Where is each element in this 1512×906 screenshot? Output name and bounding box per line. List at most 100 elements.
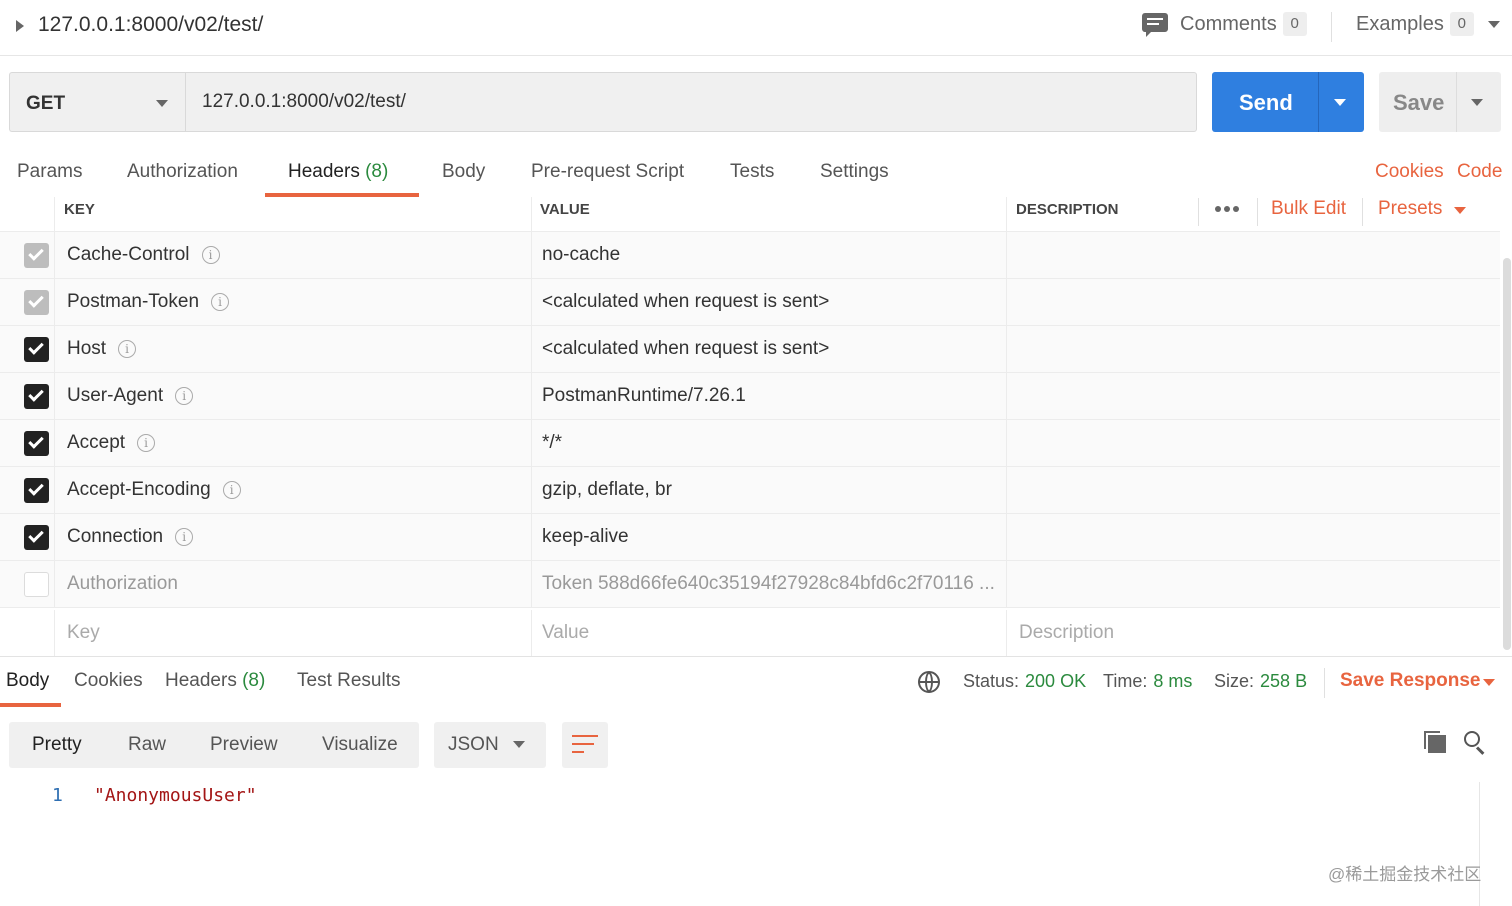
presets-dropdown[interactable]: Presets: [1378, 198, 1442, 220]
header-value[interactable]: gzip, deflate, br: [542, 479, 672, 501]
search-icon[interactable]: [1464, 731, 1486, 755]
tab-headers[interactable]: Headers (8): [288, 161, 388, 183]
header-value[interactable]: keep-alive: [542, 526, 629, 548]
info-icon[interactable]: i: [222, 481, 241, 499]
format-visualize[interactable]: Visualize: [322, 734, 398, 756]
response-code-editor[interactable]: 1 "AnonymousUser": [0, 782, 1480, 906]
response-tab-headers[interactable]: Headers (8): [165, 670, 265, 692]
info-icon[interactable]: i: [175, 528, 194, 546]
header-description[interactable]: [1007, 373, 1500, 420]
status-value: 200 OK: [1025, 671, 1087, 691]
header-key-text: Host: [67, 338, 107, 359]
tab-headers-count: (8): [365, 161, 389, 182]
header-description[interactable]: [1007, 232, 1500, 279]
header-value[interactable]: <calculated when request is sent>: [542, 291, 829, 313]
header-key[interactable]: Postman-Token i: [67, 291, 230, 313]
header-description[interactable]: [1007, 326, 1500, 373]
header-value[interactable]: <calculated when request is sent>: [542, 338, 829, 360]
tab-body[interactable]: Body: [442, 161, 485, 183]
request-name[interactable]: 127.0.0.1:8000/v02/test/: [38, 13, 263, 37]
header-value[interactable]: */*: [542, 432, 562, 454]
new-key-input[interactable]: Key: [67, 622, 100, 644]
tab-tests[interactable]: Tests: [730, 161, 774, 183]
comments-count-badge: 0: [1282, 12, 1307, 36]
format-pretty[interactable]: Pretty: [32, 734, 82, 756]
header-value[interactable]: PostmanRuntime/7.26.1: [542, 385, 746, 407]
code-link[interactable]: Code: [1457, 161, 1502, 183]
header-enable-checkbox[interactable]: [24, 431, 49, 456]
response-tab-body[interactable]: Body: [6, 670, 49, 692]
globe-icon[interactable]: [918, 671, 940, 693]
cookies-link[interactable]: Cookies: [1375, 161, 1444, 183]
tab-settings[interactable]: Settings: [820, 161, 889, 183]
header-enable-checkbox[interactable]: [24, 337, 49, 362]
header-description[interactable]: [1007, 561, 1500, 608]
watermark: @稀土掘金技术社区: [1328, 865, 1482, 884]
tab-pre-request-script[interactable]: Pre-request Script: [531, 161, 684, 183]
info-icon[interactable]: i: [175, 387, 194, 405]
header-key[interactable]: Host i: [67, 338, 137, 360]
url-input[interactable]: 127.0.0.1:8000/v02/test/: [185, 72, 1197, 132]
tab-authorization[interactable]: Authorization: [127, 161, 238, 183]
save-response-chevron-icon[interactable]: [1483, 679, 1495, 686]
header-key-text: Accept-Encoding: [67, 479, 211, 500]
header-description[interactable]: [1007, 279, 1500, 326]
header-value[interactable]: Token 588d66fe640c35194f27928c84bfd6c2f7…: [542, 573, 995, 595]
format-preview[interactable]: Preview: [210, 734, 278, 756]
size-value: 258 B: [1260, 671, 1308, 691]
scrollbar-thumb[interactable]: [1503, 258, 1511, 650]
chevron-down-icon: [513, 741, 525, 748]
response-divider[interactable]: [0, 656, 1512, 657]
chevron-down-icon[interactable]: [1487, 20, 1500, 28]
response-tab-test-results[interactable]: Test Results: [297, 670, 400, 692]
header-key[interactable]: Accept i: [67, 432, 156, 454]
send-options-chevron-icon[interactable]: [1334, 99, 1346, 106]
save-button[interactable]: Save: [1379, 72, 1501, 132]
header-enable-checkbox[interactable]: [24, 478, 49, 503]
header-enable-checkbox[interactable]: [24, 572, 49, 597]
header-key[interactable]: Accept-Encoding i: [67, 479, 241, 501]
language-select[interactable]: JSON: [434, 722, 546, 768]
comments-button[interactable]: Comments 0: [1142, 12, 1307, 37]
column-value: VALUE: [540, 201, 590, 218]
info-icon[interactable]: i: [137, 434, 156, 452]
more-options-icon[interactable]: [1215, 206, 1239, 212]
expand-caret-icon[interactable]: [16, 20, 24, 32]
examples-button[interactable]: Examples 0: [1356, 12, 1500, 36]
tab-params[interactable]: Params: [17, 161, 82, 183]
header-description[interactable]: [1007, 514, 1500, 561]
header-key-text: Connection: [67, 526, 164, 547]
send-button[interactable]: Send: [1212, 72, 1364, 132]
response-tab-cookies[interactable]: Cookies: [74, 670, 143, 692]
header-key[interactable]: Authorization: [67, 573, 178, 595]
line-number: 1: [52, 785, 63, 806]
header-key[interactable]: Cache-Control i: [67, 244, 220, 266]
header-key-text: Accept: [67, 432, 126, 453]
header-key[interactable]: Connection i: [67, 526, 194, 548]
table-row: Authorization Token 588d66fe640c35194f279…: [0, 561, 1500, 608]
header-description[interactable]: [1007, 467, 1500, 514]
new-value-input[interactable]: Value: [542, 622, 589, 644]
format-raw[interactable]: Raw: [128, 734, 166, 756]
save-response-button[interactable]: Save Response: [1340, 670, 1480, 692]
header-enable-checkbox[interactable]: [24, 243, 49, 268]
copy-icon[interactable]: [1424, 731, 1446, 753]
header-enable-checkbox[interactable]: [24, 290, 49, 315]
header-key-text: Postman-Token: [67, 291, 200, 312]
presets-chevron-icon[interactable]: [1454, 207, 1466, 214]
header-enable-checkbox[interactable]: [24, 525, 49, 550]
info-icon[interactable]: i: [118, 340, 137, 358]
info-icon[interactable]: i: [211, 293, 230, 311]
save-options-chevron-icon[interactable]: [1471, 99, 1483, 106]
header-enable-checkbox[interactable]: [24, 384, 49, 409]
info-icon[interactable]: i: [201, 246, 220, 264]
bulk-edit-link[interactable]: Bulk Edit: [1271, 198, 1346, 220]
header-description[interactable]: [1007, 420, 1500, 467]
method-value: GET: [26, 93, 66, 114]
header-key[interactable]: User-Agent i: [67, 385, 194, 407]
wrap-lines-button[interactable]: [562, 722, 608, 768]
new-description-input[interactable]: Description: [1019, 622, 1114, 644]
tab-headers-label: Headers: [288, 161, 360, 182]
method-select[interactable]: GET: [9, 72, 185, 132]
header-value[interactable]: no-cache: [542, 244, 620, 266]
